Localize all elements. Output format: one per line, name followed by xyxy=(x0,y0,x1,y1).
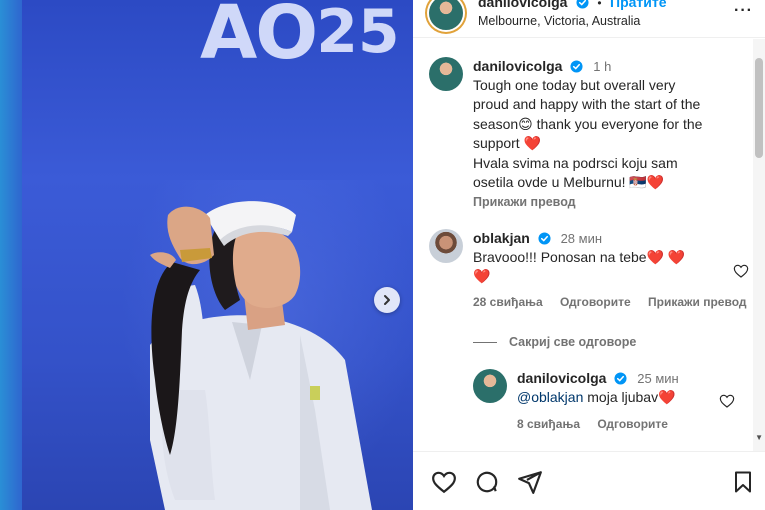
reply-time[interactable]: 25 мин xyxy=(637,371,678,386)
caption: danilovicolga 1 h Tough one today but ov… xyxy=(429,57,749,217)
comment-likes[interactable]: 28 свиђања xyxy=(473,295,543,309)
post-header: danilovicolga • Пратите Melbourne, Victo… xyxy=(413,0,765,38)
reply-likes[interactable]: 8 свиђања xyxy=(517,417,580,431)
post-photo[interactable]: AO25 xyxy=(0,0,413,510)
post-details-panel: danilovicolga • Пратите Melbourne, Victo… xyxy=(413,0,765,510)
comment-username[interactable]: oblakjan xyxy=(473,230,530,246)
author-avatar[interactable] xyxy=(429,0,463,30)
caption-username[interactable]: danilovicolga xyxy=(473,58,562,74)
caption-avatar[interactable] xyxy=(429,57,463,91)
chevron-right-icon xyxy=(384,295,390,305)
verified-icon xyxy=(570,60,583,73)
reply-avatar[interactable] xyxy=(473,369,507,403)
post-actions-bar xyxy=(413,451,765,510)
follow-button[interactable]: Пратите xyxy=(610,0,667,10)
see-translation-link[interactable]: Прикажи превод xyxy=(648,295,747,309)
caption-time[interactable]: 1 h xyxy=(593,59,611,74)
more-options-icon[interactable]: ··· xyxy=(734,2,753,20)
bookmark-icon[interactable] xyxy=(731,469,755,495)
comment-time[interactable]: 28 мин xyxy=(561,231,602,246)
comment-text: Bravooo!!! Ponosan na tebe❤️ ❤️ ❤️ xyxy=(473,249,686,285)
see-translation-link[interactable]: Прикажи превод xyxy=(473,195,753,209)
reply-text: @oblakjan moja ljubav❤️ xyxy=(517,389,676,405)
mention-link[interactable]: @oblakjan xyxy=(517,389,583,405)
reply: danilovicolga 25 мин @oblakjan moja ljub… xyxy=(473,369,735,439)
comment-bubble-icon[interactable] xyxy=(474,469,500,495)
verified-icon xyxy=(538,232,551,245)
next-photo-button[interactable] xyxy=(374,287,400,313)
comments-section[interactable]: danilovicolga 1 h Tough one today but ov… xyxy=(413,39,765,451)
scroll-down-icon[interactable]: ▼ xyxy=(755,433,763,442)
author-username[interactable]: danilovicolga xyxy=(478,0,567,10)
reply-button[interactable]: Одговорите xyxy=(597,417,668,431)
comment: oblakjan 28 мин Bravooo!!! Ponosan na te… xyxy=(429,229,749,319)
commenter-avatar[interactable] xyxy=(429,229,463,263)
player-figure xyxy=(150,201,372,510)
scrollbar-thumb[interactable] xyxy=(755,58,763,158)
caption-text: Tough one today but overall very proud a… xyxy=(473,77,703,191)
verified-icon xyxy=(614,372,627,385)
heart-icon[interactable] xyxy=(733,263,749,279)
heart-icon[interactable] xyxy=(719,393,735,409)
post-location[interactable]: Melbourne, Victoria, Australia xyxy=(478,14,640,28)
reply-username[interactable]: danilovicolga xyxy=(517,370,606,386)
reply-button[interactable]: Одговорите xyxy=(560,295,631,309)
hide-replies-button[interactable]: Сакриј све одговоре xyxy=(473,335,636,349)
share-send-icon[interactable] xyxy=(517,469,543,495)
verified-icon xyxy=(576,0,589,9)
like-heart-icon[interactable] xyxy=(431,469,457,495)
